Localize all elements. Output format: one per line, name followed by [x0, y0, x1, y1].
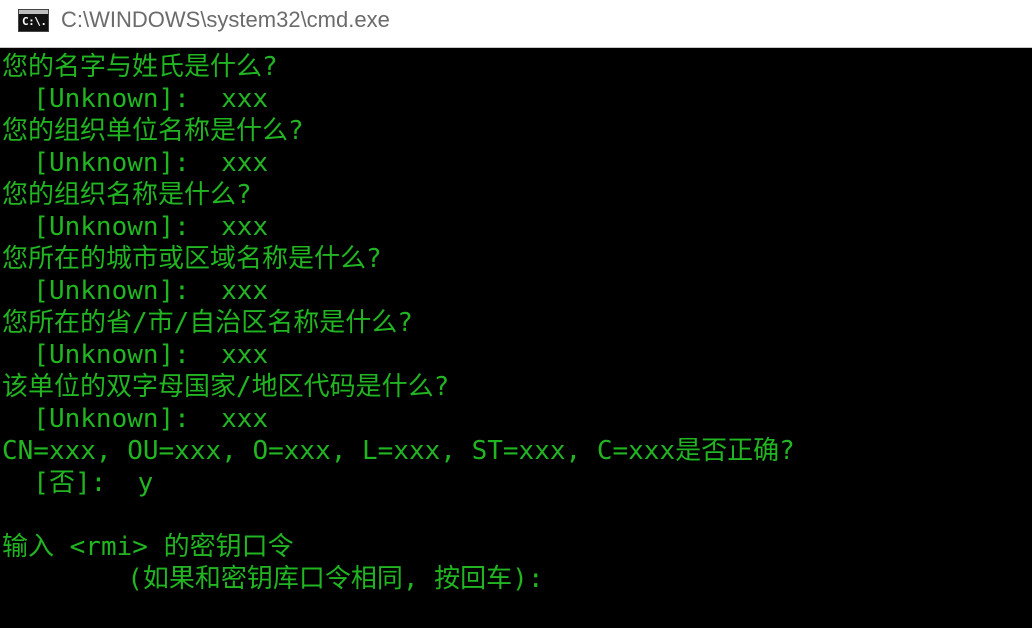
console-line: [Unknown]: xxx	[2, 212, 269, 242]
cmd-icon-bar	[19, 10, 48, 14]
console-line: [否]: y	[2, 468, 154, 498]
cmd-icon: C:\.	[18, 9, 49, 32]
console-line: 您的名字与姓氏是什么?	[2, 52, 278, 82]
console-line: [Unknown]: xxx	[2, 340, 269, 370]
window-title: C:\WINDOWS\system32\cmd.exe	[61, 7, 390, 32]
console-line: [Unknown]: xxx	[2, 404, 269, 434]
console-line: CN=xxx, OU=xxx, O=xxx, L=xxx, ST=xxx, C=…	[2, 436, 795, 466]
cmd-window: C:\. C:\WINDOWS\system32\cmd.exe 您的名字与姓氏…	[0, 0, 1032, 628]
console-line: [Unknown]: xxx	[2, 84, 269, 114]
console-line: 该单位的双字母国家/地区代码是什么?	[2, 372, 450, 402]
console-output[interactable]: 您的名字与姓氏是什么? [Unknown]: xxx 您的组织单位名称是什么? …	[0, 49, 1032, 628]
console-line: 您所在的省/市/自治区名称是什么?	[2, 308, 413, 338]
console-line: 您的组织名称是什么?	[2, 180, 252, 210]
console-line: 您所在的城市或区域名称是什么?	[2, 244, 382, 274]
console-line: [Unknown]: xxx	[2, 276, 269, 306]
title-bar[interactable]: C:\. C:\WINDOWS\system32\cmd.exe	[0, 0, 1032, 48]
console-line: [Unknown]: xxx	[2, 148, 269, 178]
cmd-icon-glyph: C:\.	[22, 15, 47, 28]
console-line: 输入 <rmi> 的密钥口令	[2, 532, 294, 562]
console-line: (如果和密钥库口令相同, 按回车):	[2, 564, 544, 594]
console-line: 您的组织单位名称是什么?	[2, 116, 304, 146]
